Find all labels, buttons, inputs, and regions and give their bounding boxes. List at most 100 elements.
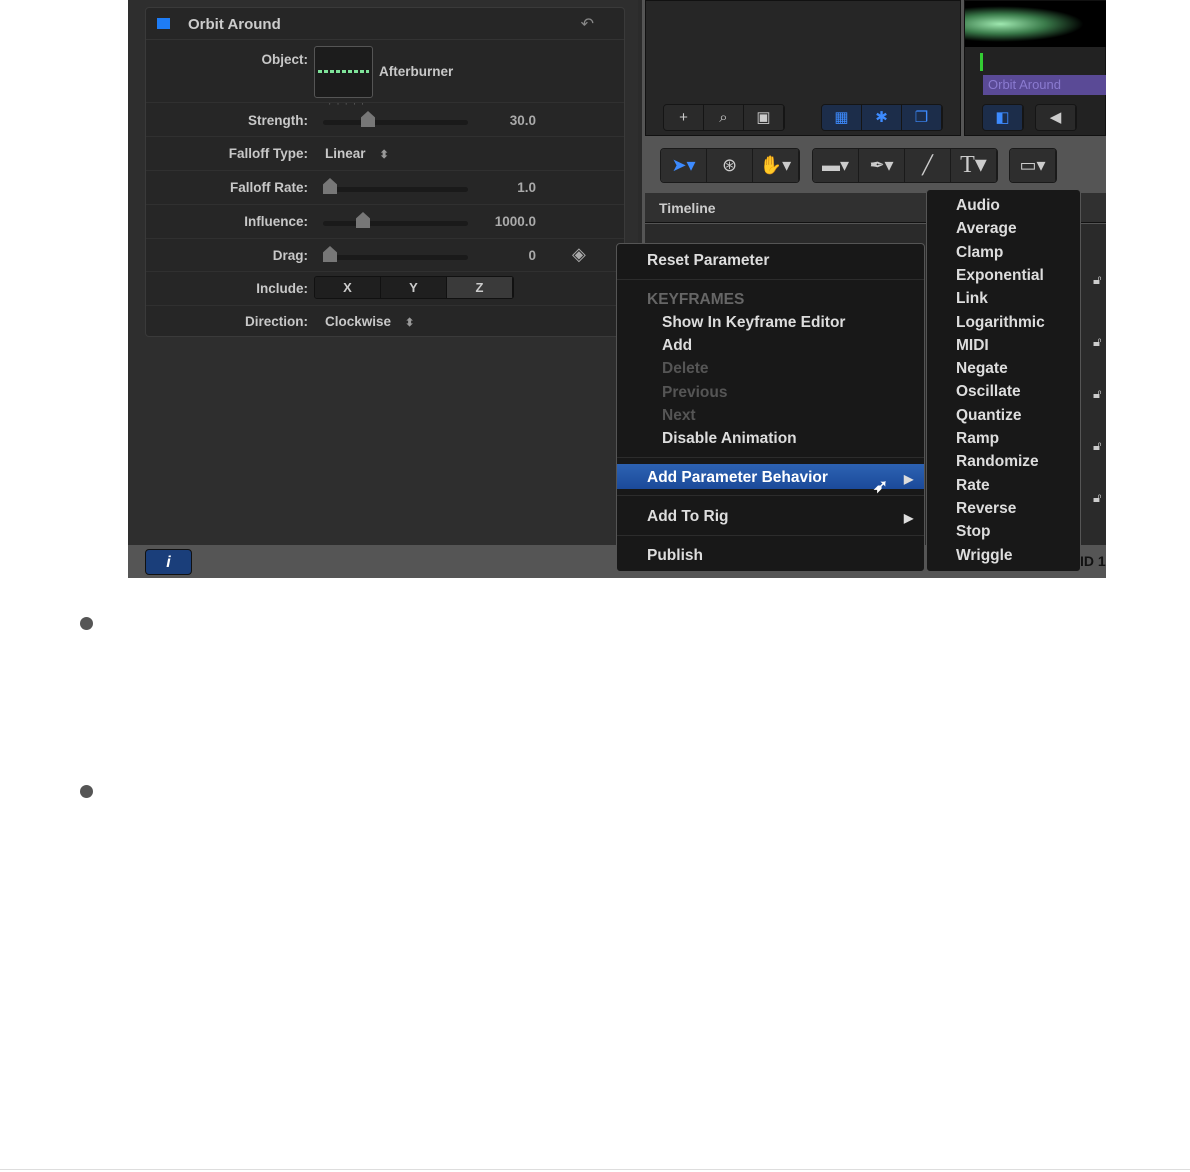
library-toolbar: + ⌕ ▣ [663, 104, 785, 131]
submenu-item-negate[interactable]: Negate [956, 360, 1008, 378]
submenu-item-clamp[interactable]: Clamp [956, 244, 1003, 262]
influence-value[interactable]: 1000.0 [495, 214, 536, 229]
behavior-panel: Orbit Around ↶ Object: Afterburner Stren… [145, 7, 625, 337]
mask-icon[interactable]: ▭▾ [1010, 149, 1056, 182]
strength-value[interactable]: 30.0 [510, 113, 536, 128]
film-icon[interactable]: ❐ [902, 105, 942, 130]
menu-next-keyframe: Next [662, 407, 696, 424]
reset-icon[interactable]: ↶ [581, 14, 594, 34]
submenu-item-wriggle[interactable]: Wriggle [956, 547, 1013, 565]
falloff-type-row: Falloff Type: Linear ⬍ [146, 137, 624, 171]
direction-label: Direction: [244, 314, 308, 329]
select-arrow-icon[interactable]: ➤▾ [661, 149, 707, 182]
submenu-item-stop[interactable]: Stop [956, 523, 990, 541]
menu-add-keyframe[interactable]: Add [662, 337, 692, 355]
menu-reset-parameter[interactable]: Reset Parameter [647, 252, 769, 270]
falloff-rate-slider[interactable] [323, 178, 468, 194]
playhead[interactable] [980, 53, 983, 71]
object-name: Afterburner [379, 64, 454, 79]
context-menu: Reset Parameter KEYFRAMES Show In Keyfra… [616, 243, 925, 572]
hand-icon[interactable]: ✋▾ [753, 149, 799, 182]
submenu-item-quantize[interactable]: Quantize [956, 407, 1021, 425]
lock-icon[interactable]: 🔓︎ [1093, 438, 1101, 454]
slider-thumb[interactable] [356, 212, 370, 228]
search-icon[interactable]: ⌕ [704, 105, 744, 130]
menu-delete-keyframe: Delete [662, 360, 709, 377]
keyframe-icon[interactable]: ◈ [572, 244, 586, 265]
drag-slider[interactable] [323, 246, 468, 262]
lock-icon[interactable]: 🔓︎ [1093, 490, 1101, 506]
pen-icon[interactable]: ✒▾ [859, 149, 905, 182]
strength-slider[interactable] [323, 111, 468, 127]
submenu-item-midi[interactable]: MIDI [956, 337, 989, 355]
divider [0, 1169, 1190, 1170]
direction-value: Clockwise [325, 314, 392, 329]
menu-add-parameter-behavior[interactable]: Add Parameter Behavior [647, 469, 828, 487]
submenu-item-link[interactable]: Link [956, 290, 988, 308]
direction-popup[interactable]: Clockwise ⬍ [325, 314, 414, 329]
include-x[interactable]: X [315, 277, 381, 298]
audio-toolbar: ◀ [1035, 104, 1077, 131]
submenu-item-ramp[interactable]: Ramp [956, 430, 999, 448]
lock-icon[interactable]: 🔓︎ [1093, 272, 1101, 288]
clip-bar[interactable]: Orbit Around [983, 75, 1106, 95]
include-y[interactable]: Y [381, 277, 447, 298]
rectangle-icon[interactable]: ▬▾ [813, 149, 859, 182]
brush-icon[interactable]: ╱ [905, 149, 951, 182]
submenu-item-oscillate[interactable]: Oscillate [956, 383, 1021, 401]
submenu-item-logarithmic[interactable]: Logarithmic [956, 314, 1045, 332]
object-well[interactable] [314, 46, 373, 98]
menu-add-to-rig[interactable]: Add To Rig [647, 508, 729, 526]
lock-icon[interactable]: 🔓︎ [1093, 334, 1101, 350]
falloff-rate-row: Falloff Rate: 1.0 [146, 171, 624, 205]
submenu-item-randomize[interactable]: Randomize [956, 453, 1039, 471]
include-row: Include: X Y Z [146, 272, 624, 306]
influence-slider[interactable] [323, 212, 468, 228]
submenu-item-rate[interactable]: Rate [956, 477, 990, 495]
mouse-cursor-icon: ➶ [873, 476, 889, 496]
falloff-type-label: Falloff Type: [228, 146, 308, 161]
menu-previous-keyframe: Previous [662, 384, 728, 401]
bullet-point [80, 785, 93, 798]
submenu-item-exponential[interactable]: Exponential [956, 267, 1044, 285]
falloff-type-popup[interactable]: Linear ⬍ [325, 146, 389, 161]
speaker-icon[interactable]: ◀ [1036, 105, 1076, 130]
menu-disable-animation[interactable]: Disable Animation [662, 430, 797, 448]
falloff-rate-label: Falloff Rate: [229, 180, 308, 195]
submenu-item-audio[interactable]: Audio [956, 197, 1000, 215]
orbit-3d-icon[interactable]: ⊛ [707, 149, 753, 182]
slider-thumb[interactable] [323, 178, 337, 194]
sidebar-icon[interactable]: ◧ [983, 105, 1023, 130]
mask-tools: ▭▾ [1009, 148, 1057, 183]
lock-icon[interactable]: 🔓︎ [1093, 386, 1101, 402]
plus-icon[interactable]: + [664, 105, 704, 130]
drag-value[interactable]: 0 [528, 248, 536, 263]
bullet-point [80, 617, 93, 630]
panel-header: Orbit Around ↶ [146, 8, 624, 40]
library-pane: + ⌕ ▣ ▦ ✱ ❐ [645, 0, 961, 136]
layers-icon[interactable]: ▦ [822, 105, 862, 130]
menu-show-keyframe-editor[interactable]: Show In Keyframe Editor [662, 314, 845, 332]
include-z[interactable]: Z [447, 277, 513, 298]
object-row: Object: Afterburner [146, 40, 624, 103]
direction-row: Direction: Clockwise ⬍ [146, 306, 624, 338]
slider-thumb[interactable] [323, 246, 337, 262]
draw-tools: ▬▾ ✒▾ ╱ T▾ [812, 148, 998, 183]
falloff-type-value: Linear [325, 146, 366, 161]
slider-thumb[interactable] [361, 111, 375, 127]
include-label: Include: [256, 281, 308, 296]
info-button[interactable]: i [145, 549, 192, 575]
submenu-item-average[interactable]: Average [956, 220, 1017, 238]
panel-title: Orbit Around [188, 16, 281, 33]
falloff-rate-value[interactable]: 1.0 [517, 180, 536, 195]
text-icon[interactable]: T▾ [951, 149, 997, 182]
include-segmented: X Y Z [314, 276, 514, 299]
gear-icon[interactable]: ✱ [862, 105, 902, 130]
submenu-arrow-icon: ▶ [904, 472, 914, 486]
enable-checkbox[interactable] [157, 18, 170, 29]
submenu-item-reverse[interactable]: Reverse [956, 500, 1016, 518]
status-text: ID 1 [1080, 553, 1106, 569]
submenu-arrow-icon: ▶ [904, 511, 914, 525]
image-icon[interactable]: ▣ [744, 105, 784, 130]
menu-publish[interactable]: Publish [647, 547, 703, 565]
